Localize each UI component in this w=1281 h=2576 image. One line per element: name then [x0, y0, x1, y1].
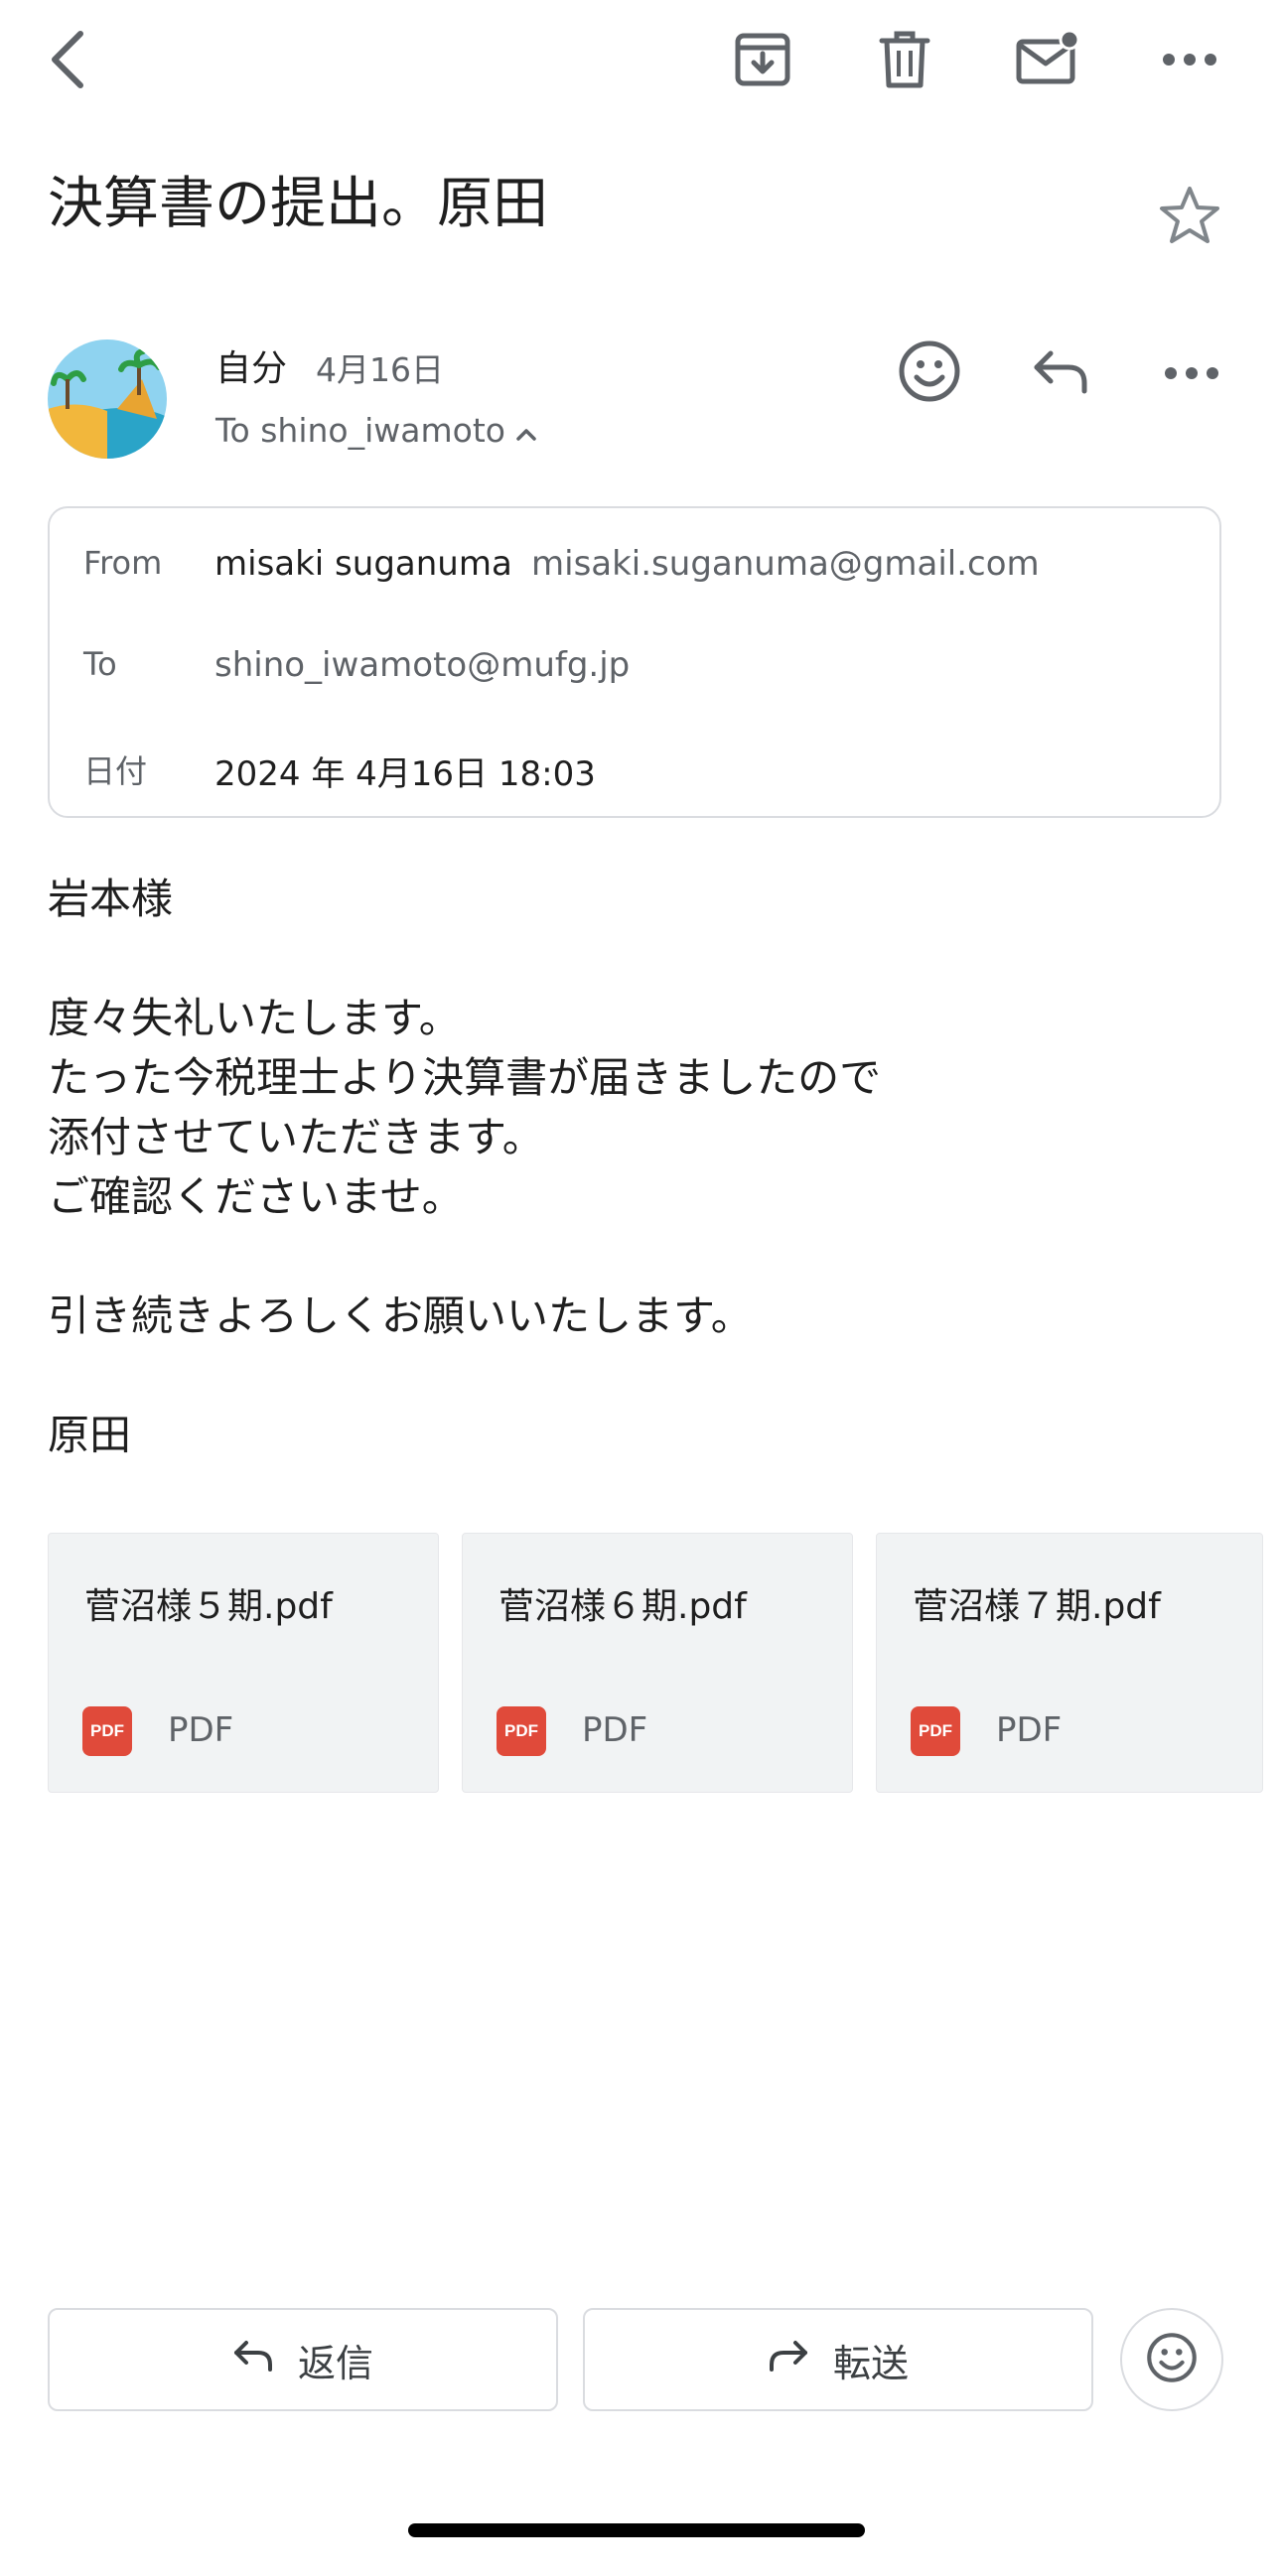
attachment-name: 菅沼様７期.pdf [913, 1586, 1161, 1627]
reply-label: 返信 [297, 2341, 373, 2385]
reply-icon[interactable] [1031, 345, 1090, 401]
message-details-panel: From misaki suganuma misaki.suganuma@gma… [48, 506, 1221, 818]
pdf-icon: PDF [497, 1706, 546, 1756]
attachment-type: PDF [996, 1710, 1063, 1750]
from-label: From [83, 544, 163, 582]
date-label: 日付 [83, 752, 148, 790]
to-email[interactable]: shino_iwamoto@mufg.jp [214, 645, 630, 685]
attachment-card[interactable]: 菅沼様７期.pdf PDF PDF [876, 1533, 1263, 1793]
avatar[interactable] [48, 339, 167, 459]
email-subject: 決算書の提出。原田 [48, 172, 548, 236]
attachment-card[interactable]: 菅沼様６期.pdf PDF PDF [462, 1533, 853, 1793]
message-date: 4月16日 [316, 350, 444, 389]
emoji-reaction-button[interactable] [1120, 2308, 1223, 2411]
archive-icon[interactable] [725, 22, 800, 97]
forward-button[interactable]: 転送 [583, 2308, 1093, 2411]
forward-icon [768, 2338, 809, 2381]
attachment-name: 菅沼様５期.pdf [84, 1586, 333, 1627]
attachment-name: 菅沼様６期.pdf [498, 1586, 747, 1627]
from-email[interactable]: misaki.suganuma@gmail.com [531, 544, 1040, 584]
more-horizontal-icon[interactable] [1152, 22, 1227, 97]
recipients-summary: To shino_iwamoto [215, 411, 505, 450]
forward-label: 転送 [832, 2341, 909, 2385]
pdf-icon: PDF [911, 1706, 960, 1756]
from-name: misaki suganuma [214, 544, 512, 584]
smiley-icon[interactable] [898, 339, 961, 407]
attachment-type: PDF [168, 1710, 234, 1750]
reply-button[interactable]: 返信 [48, 2308, 558, 2411]
date-value: 2024 年 4月16日 18:03 [214, 754, 596, 794]
sender-name: 自分 [215, 348, 288, 389]
mail-unread-icon[interactable] [1010, 22, 1085, 97]
message-more-icon[interactable] [1164, 365, 1219, 384]
to-label: To [83, 645, 117, 683]
attachment-card[interactable]: 菅沼様５期.pdf PDF PDF [48, 1533, 439, 1793]
reply-icon [232, 2338, 274, 2381]
smiley-icon [1146, 2332, 1198, 2387]
star-icon[interactable] [1158, 185, 1221, 250]
home-indicator[interactable] [408, 2523, 865, 2537]
attachment-type: PDF [582, 1710, 648, 1750]
trash-icon[interactable] [867, 22, 942, 97]
pdf-icon: PDF [82, 1706, 132, 1756]
chevron-up-icon [515, 411, 537, 450]
back-chevron-icon[interactable] [30, 22, 105, 97]
message-body: 岩本様 度々失礼いたします。 たった今税理士より決算書が届きましたので 添付させ… [48, 875, 882, 1459]
recipients-toggle[interactable]: To shino_iwamoto [215, 411, 537, 450]
